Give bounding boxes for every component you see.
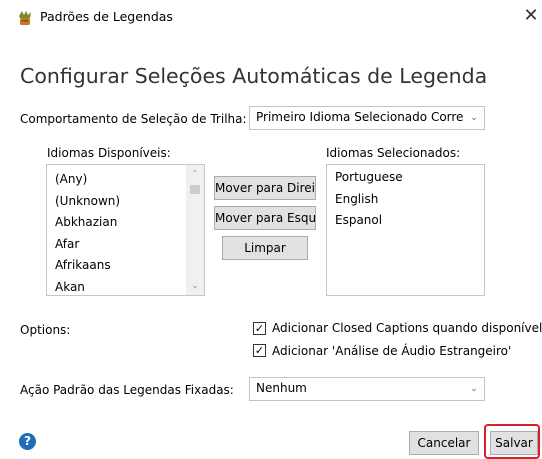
foreign-audio-label[interactable]: Adicionar 'Análise de Áudio Estrangeiro' xyxy=(272,343,511,359)
move-left-button[interactable]: Mover para Esqu xyxy=(214,206,316,230)
scrollbar-thumb[interactable] xyxy=(190,185,200,194)
track-selection-label: Comportamento de Seleção de Trilha: xyxy=(20,112,247,126)
list-item[interactable]: Espanol xyxy=(327,210,484,232)
clear-button[interactable]: Limpar xyxy=(222,236,308,260)
list-item[interactable]: Portuguese xyxy=(327,167,484,189)
track-selection-value: Primeiro Idioma Selecionado Corre xyxy=(256,110,464,124)
list-item[interactable]: Akan xyxy=(47,277,187,296)
help-icon[interactable]: ? xyxy=(19,433,36,450)
save-button[interactable]: Salvar xyxy=(490,431,538,455)
list-item[interactable]: Afar xyxy=(47,234,187,256)
chevron-down-icon: ⌄ xyxy=(470,384,478,394)
fixed-default-label: Ação Padrão das Legendas Fixadas: xyxy=(20,383,234,397)
options-label: Options: xyxy=(20,323,71,337)
scrollbar[interactable]: ⌃ ⌄ xyxy=(186,165,204,295)
window-title: Padrões de Legendas xyxy=(40,9,173,24)
move-right-button[interactable]: Mover para Direi xyxy=(214,176,316,200)
list-item[interactable]: (Any) xyxy=(47,169,187,191)
close-button[interactable]: ✕ xyxy=(521,4,541,28)
page-title: Configurar Seleções Automáticas de Legen… xyxy=(20,64,488,88)
list-item[interactable]: Afrikaans xyxy=(47,255,187,277)
track-selection-dropdown[interactable]: Primeiro Idioma Selecionado Corre ⌄ xyxy=(249,106,485,130)
selected-languages-label: Idiomas Selecionados: xyxy=(326,146,461,160)
scroll-down-icon[interactable]: ⌄ xyxy=(186,279,204,293)
list-item[interactable]: Abkhazian xyxy=(47,212,187,234)
closed-captions-checkbox[interactable]: ✓ xyxy=(253,322,266,335)
available-languages-list[interactable]: (Any) (Unknown) Abkhazian Afar Afrikaans… xyxy=(46,164,205,296)
closed-captions-label[interactable]: Adicionar Closed Captions quando disponí… xyxy=(272,320,542,336)
fixed-default-value: Nenhum xyxy=(256,381,307,395)
app-icon xyxy=(19,11,31,25)
list-item[interactable]: (Unknown) xyxy=(47,191,187,213)
list-item[interactable]: English xyxy=(327,189,484,211)
fixed-default-dropdown[interactable]: Nenhum ⌄ xyxy=(249,377,485,401)
selected-languages-list[interactable]: Portuguese English Espanol xyxy=(326,164,485,296)
chevron-down-icon: ⌄ xyxy=(470,113,478,123)
foreign-audio-checkbox[interactable]: ✓ xyxy=(253,344,266,357)
cancel-button[interactable]: Cancelar xyxy=(409,431,479,455)
available-languages-label: Idiomas Disponíveis: xyxy=(47,146,171,160)
scroll-up-icon[interactable]: ⌃ xyxy=(186,167,204,181)
